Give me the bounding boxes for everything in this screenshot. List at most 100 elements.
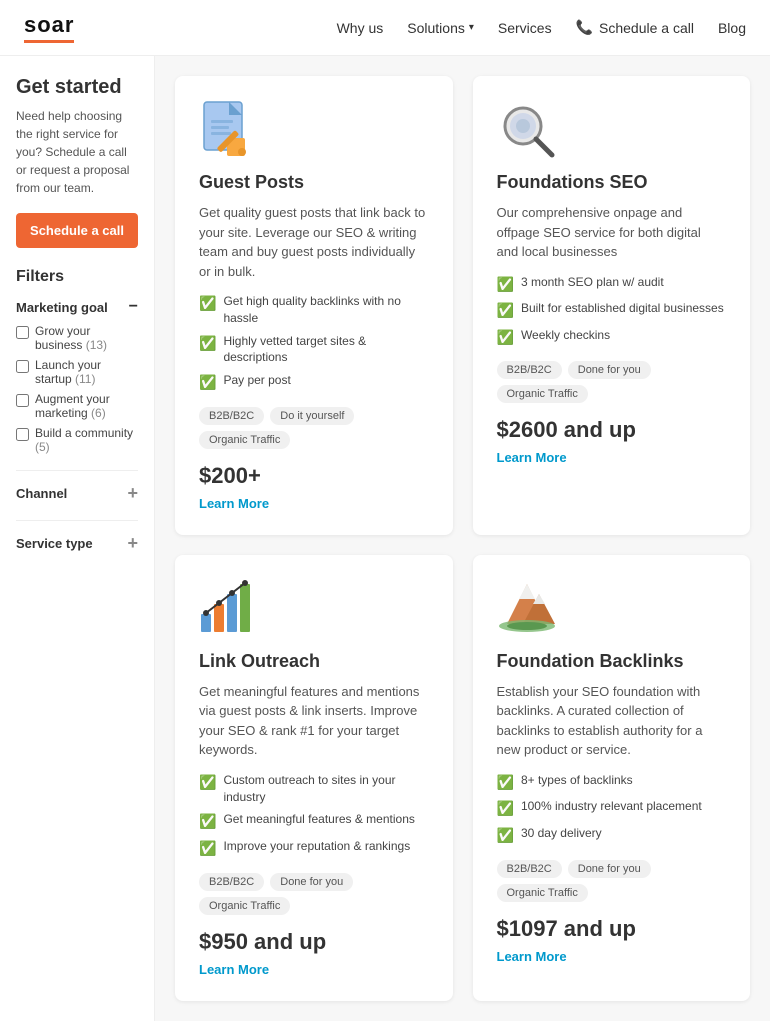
marketing-goal-filter: Marketing goal − Grow your business (13)… <box>16 298 138 454</box>
check-icon: ✅ <box>199 373 216 393</box>
feature-item: ✅ Highly vetted target sites & descripti… <box>199 333 429 367</box>
feature-item: ✅ Weekly checkins <box>497 327 727 348</box>
card-features: ✅ Custom outreach to sites in your indus… <box>199 772 429 859</box>
filters-title: Filters <box>16 268 138 286</box>
card-foundation-backlinks: Foundation Backlinks Establish your SEO … <box>473 555 751 1001</box>
check-icon: ✅ <box>199 839 216 859</box>
card-price: $200+ <box>199 463 429 489</box>
filter-count: (5) <box>35 440 50 454</box>
check-icon: ✅ <box>199 334 216 354</box>
feature-text: Pay per post <box>223 372 290 389</box>
card-icon-mountain <box>497 579 557 639</box>
feature-item: ✅ Improve your reputation & rankings <box>199 838 429 859</box>
channel-header[interactable]: Channel + <box>16 483 138 504</box>
collapse-icon: − <box>129 298 138 316</box>
filter-item: Launch your startup (11) <box>16 358 138 386</box>
nav-schedule-call[interactable]: 📞 Schedule a call <box>576 19 694 36</box>
check-icon: ✅ <box>497 773 514 793</box>
feature-item: ✅ Pay per post <box>199 372 429 393</box>
nav-services[interactable]: Services <box>498 20 552 36</box>
filter-checkbox[interactable] <box>16 360 29 373</box>
card-icon-chart <box>199 579 259 639</box>
card-description: Get quality guest posts that link back t… <box>199 203 429 281</box>
cards-grid: Guest Posts Get quality guest posts that… <box>175 76 750 1001</box>
filter-count: (11) <box>75 372 95 386</box>
card-features: ✅ 3 month SEO plan w/ audit ✅ Built for … <box>497 274 727 348</box>
nav-why-us[interactable]: Why us <box>337 20 384 36</box>
header: soar Why us Solutions ▾ Services 📞 Sched… <box>0 0 770 56</box>
feature-text: Improve your reputation & rankings <box>223 838 410 855</box>
marketing-goal-header[interactable]: Marketing goal − <box>16 298 138 316</box>
card-price: $1097 and up <box>497 916 727 942</box>
tag: B2B/B2C <box>497 860 562 878</box>
filter-label: Build a community (5) <box>35 426 138 454</box>
filter-count: (6) <box>91 406 106 420</box>
learn-more-link[interactable]: Learn More <box>199 962 269 977</box>
tag: Do it yourself <box>270 407 354 425</box>
nav: Why us Solutions ▾ Services 📞 Schedule a… <box>337 19 746 36</box>
filter-checkbox[interactable] <box>16 326 29 339</box>
filter-item: Augment your marketing (6) <box>16 392 138 420</box>
logo: soar <box>24 12 74 43</box>
check-icon: ✅ <box>199 294 216 314</box>
card-guest-posts: Guest Posts Get quality guest posts that… <box>175 76 453 535</box>
card-icon-search <box>497 100 557 160</box>
feature-item: ✅ Custom outreach to sites in your indus… <box>199 772 429 806</box>
filter-count: (13) <box>86 338 107 352</box>
nav-blog[interactable]: Blog <box>718 20 746 36</box>
check-icon: ✅ <box>199 812 216 832</box>
nav-solutions[interactable]: Solutions ▾ <box>407 20 474 36</box>
tag: Done for you <box>568 860 651 878</box>
check-icon: ✅ <box>497 328 514 348</box>
tag: Organic Traffic <box>497 884 588 902</box>
card-title: Foundation Backlinks <box>497 651 727 672</box>
tag: B2B/B2C <box>199 873 264 891</box>
tag: Done for you <box>568 361 651 379</box>
card-title: Guest Posts <box>199 172 429 193</box>
card-title: Foundations SEO <box>497 172 727 193</box>
card-title: Link Outreach <box>199 651 429 672</box>
cards-area: Guest Posts Get quality guest posts that… <box>155 56 770 1021</box>
main-layout: Get started Need help choosing the right… <box>0 56 770 1021</box>
feature-text: Weekly checkins <box>521 327 610 344</box>
card-features: ✅ Get high quality backlinks with no has… <box>199 293 429 393</box>
feature-text: Custom outreach to sites in your industr… <box>223 772 428 806</box>
marketing-options-list: Grow your business (13) Launch your star… <box>16 324 138 454</box>
schedule-call-button[interactable]: Schedule a call <box>16 213 138 248</box>
card-price: $950 and up <box>199 929 429 955</box>
service-type-header[interactable]: Service type + <box>16 533 138 554</box>
filter-checkbox[interactable] <box>16 428 29 441</box>
feature-text: Get high quality backlinks with no hassl… <box>223 293 428 327</box>
learn-more-link[interactable]: Learn More <box>497 949 567 964</box>
feature-item: ✅ Built for established digital business… <box>497 300 727 321</box>
feature-text: Get meaningful features & mentions <box>223 811 414 828</box>
card-tags: B2B/B2C Done for you Organic Traffic <box>497 860 727 902</box>
service-type-filter: Service type + <box>16 533 138 554</box>
channel-filter: Channel + <box>16 483 138 504</box>
check-icon: ✅ <box>497 301 514 321</box>
card-foundations-seo: Foundations SEO Our comprehensive onpage… <box>473 76 751 535</box>
card-tags: B2B/B2CDone for youOrganic Traffic <box>199 873 429 915</box>
feature-text: 30 day delivery <box>521 825 602 842</box>
chevron-down-icon: ▾ <box>469 22 474 33</box>
filter-label: Grow your business (13) <box>35 324 138 352</box>
learn-more-link[interactable]: Learn More <box>497 450 567 465</box>
tag: B2B/B2C <box>497 361 562 379</box>
feature-text: 8+ types of backlinks <box>521 772 633 789</box>
feature-item: ✅ Get meaningful features & mentions <box>199 811 429 832</box>
filter-divider-2 <box>16 520 138 521</box>
card-price: $2600 and up <box>497 417 727 443</box>
check-icon: ✅ <box>199 773 216 793</box>
tag: Organic Traffic <box>199 897 290 915</box>
card-link-outreach: Link Outreach Get meaningful features an… <box>175 555 453 1001</box>
feature-text: Highly vetted target sites & description… <box>223 333 428 367</box>
sidebar-title: Get started <box>16 76 138 99</box>
filter-checkbox[interactable] <box>16 394 29 407</box>
feature-item: ✅ 30 day delivery <box>497 825 727 846</box>
feature-item: ✅ 8+ types of backlinks <box>497 772 727 793</box>
feature-text: 100% industry relevant placement <box>521 798 702 815</box>
learn-more-link[interactable]: Learn More <box>199 496 269 511</box>
filter-label: Augment your marketing (6) <box>35 392 138 420</box>
filter-item: Grow your business (13) <box>16 324 138 352</box>
feature-text: 3 month SEO plan w/ audit <box>521 274 664 291</box>
